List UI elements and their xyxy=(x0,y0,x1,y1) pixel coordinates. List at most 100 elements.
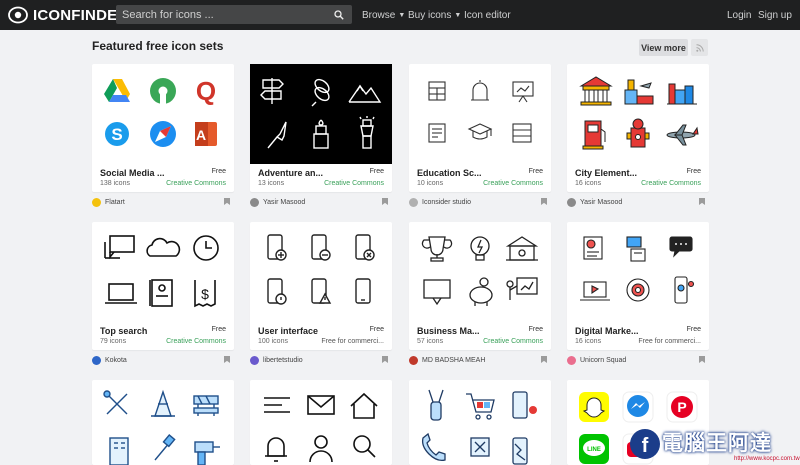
license-link[interactable]: Creative Commons xyxy=(483,338,543,345)
license-link[interactable]: Creative Commons xyxy=(166,180,226,187)
swiss-knife-icon xyxy=(428,389,444,421)
icon-set-card-adventure[interactable]: Adventure an... Free 13 icons Creative C… xyxy=(250,64,392,192)
icon-set-card-business-management[interactable]: Business Ma... Free 57 icons Creative Co… xyxy=(409,222,551,350)
icon-set-card-top-search[interactable]: $ Top search Free 79 icons Creative Comm… xyxy=(92,222,234,350)
icon-set-card-user-interface[interactable]: User interface Free 100 icons Free for c… xyxy=(250,222,392,350)
bookmark-icon[interactable] xyxy=(382,198,388,205)
nav-browse-label: Browse xyxy=(362,9,396,21)
icon-set-card-education[interactable]: Education Sc... Free 10 icons Creative C… xyxy=(409,64,551,192)
laptop-icon xyxy=(105,283,137,304)
author-name: Iconsider studio xyxy=(422,198,472,206)
bookmark-icon[interactable] xyxy=(541,356,547,363)
bookmark-icon[interactable] xyxy=(699,198,705,205)
price-label: Free xyxy=(686,326,701,333)
section-title: Featured free icon sets xyxy=(92,39,224,53)
search-input[interactable] xyxy=(116,5,326,24)
open-source-icon xyxy=(150,78,176,104)
top-navigation-bar: ICONFINDER Browse▼ Buy icons▼ Icon edito… xyxy=(0,0,800,30)
shopping-cart-icon xyxy=(466,393,495,420)
icon-set-preview xyxy=(567,64,709,164)
avatar xyxy=(567,197,576,207)
speech-bubble-icon xyxy=(423,279,451,306)
nav-login-label: Login xyxy=(727,9,752,21)
nav-buy-icons[interactable]: Buy icons ▼ xyxy=(408,0,461,30)
nav-signup[interactable]: Sign up xyxy=(758,0,792,30)
certificate-icon xyxy=(428,123,446,143)
author-link[interactable]: Iconsider studio xyxy=(409,196,471,208)
license-link[interactable]: Creative Commons xyxy=(166,338,226,345)
icon-set-title[interactable]: User interface xyxy=(258,326,318,336)
icon-set-title[interactable]: Digital Marke... xyxy=(575,326,639,336)
author-name: Yasir Masood xyxy=(580,198,623,206)
icon-set-preview xyxy=(409,222,551,322)
mobile-shop-icon xyxy=(512,391,537,419)
rss-button[interactable] xyxy=(691,39,708,56)
icon-set-title[interactable]: Top search xyxy=(100,326,147,336)
icon-set-card-ecommerce[interactable] xyxy=(409,380,551,465)
power-drill-icon xyxy=(194,441,220,465)
nav-icon-editor[interactable]: Icon editor xyxy=(464,0,511,30)
home-icon xyxy=(350,392,378,419)
author-link[interactable]: Yasir Masood xyxy=(567,196,622,208)
bookmark-icon[interactable] xyxy=(541,198,547,205)
bookmark-icon[interactable] xyxy=(224,198,230,205)
search-button[interactable] xyxy=(326,5,352,24)
bookmark-icon[interactable] xyxy=(224,356,230,363)
target-gear-icon xyxy=(626,278,650,302)
author-name: Yasir Masood xyxy=(263,198,306,206)
presentation-board-icon xyxy=(512,81,534,103)
bookmark-icon[interactable] xyxy=(699,356,705,363)
iconfinder-logo[interactable]: ICONFINDER xyxy=(8,6,128,24)
icon-set-title[interactable]: City Element... xyxy=(575,168,637,178)
snapchat-icon xyxy=(579,392,609,422)
icon-set-card-social-media[interactable]: Q S A Social Media ... Free 138 icons Cr… xyxy=(92,64,234,192)
nav-login[interactable]: Login xyxy=(727,0,751,30)
license-link[interactable]: Creative Commons xyxy=(641,180,701,187)
license-link[interactable]: Free for commerci... xyxy=(638,338,701,345)
author-name: libertetstudio xyxy=(263,356,303,364)
author-name: Unicorn Squad xyxy=(580,356,627,364)
icon-set-title[interactable]: Business Ma... xyxy=(417,326,480,336)
piggy-bank-icon xyxy=(469,277,493,306)
author-link[interactable]: MD BADSHA MEAH xyxy=(409,354,485,366)
icon-set-preview xyxy=(250,222,392,322)
author-name: MD BADSHA MEAH xyxy=(422,356,486,364)
safari-icon xyxy=(150,121,176,147)
icon-set-card-digital-marketing[interactable]: Digital Marke... Free 16 icons Free for … xyxy=(567,222,709,350)
nav-buy-icons-label: Buy icons xyxy=(408,9,452,21)
icon-set-title[interactable]: Education Sc... xyxy=(417,168,482,178)
icon-set-card-tools[interactable] xyxy=(92,380,234,465)
icon-set-card-city-elements[interactable]: City Element... Free 16 icons Creative C… xyxy=(567,64,709,192)
icon-set-title[interactable]: Social Media ... xyxy=(100,168,165,178)
idea-bulb-icon xyxy=(470,236,490,261)
author-link[interactable]: Flatart xyxy=(92,196,125,208)
author-link[interactable]: Yasir Masood xyxy=(250,196,305,208)
icon-count: 100 icons xyxy=(258,338,288,345)
icon-count: 79 icons xyxy=(100,338,127,345)
nav-browse[interactable]: Browse ▼ xyxy=(362,0,405,30)
author-name: Flatart xyxy=(105,198,125,206)
icon-count: 16 icons xyxy=(575,180,602,187)
author-link[interactable]: libertetstudio xyxy=(250,354,303,366)
bookmark-icon[interactable] xyxy=(382,356,388,363)
icon-set-card-basic-ui[interactable] xyxy=(250,380,392,465)
mobile-broken-icon xyxy=(512,437,528,465)
price-label: Free xyxy=(686,168,701,175)
phone-call-icon xyxy=(421,432,446,462)
phone-close-icon xyxy=(355,234,375,261)
icon-set-preview xyxy=(264,392,378,463)
watermark-url: http://www.kocpc.com.tw xyxy=(734,456,800,462)
mountains-icon xyxy=(348,84,382,103)
author-link[interactable]: Unicorn Squad xyxy=(567,354,626,366)
license-link[interactable]: Free for commerci... xyxy=(321,338,384,345)
svg-text:LINE: LINE xyxy=(587,447,601,453)
icon-set-title[interactable]: Adventure an... xyxy=(258,168,323,178)
view-more-button[interactable]: View more xyxy=(639,39,688,56)
price-label: Free xyxy=(211,326,226,333)
nav-signup-label: Sign up xyxy=(758,9,792,21)
author-link[interactable]: Kokota xyxy=(92,354,127,366)
license-link[interactable]: Creative Commons xyxy=(483,180,543,187)
license-link[interactable]: Creative Commons xyxy=(324,180,384,187)
icon-count: 16 icons xyxy=(575,338,602,345)
search-icon xyxy=(353,435,376,458)
